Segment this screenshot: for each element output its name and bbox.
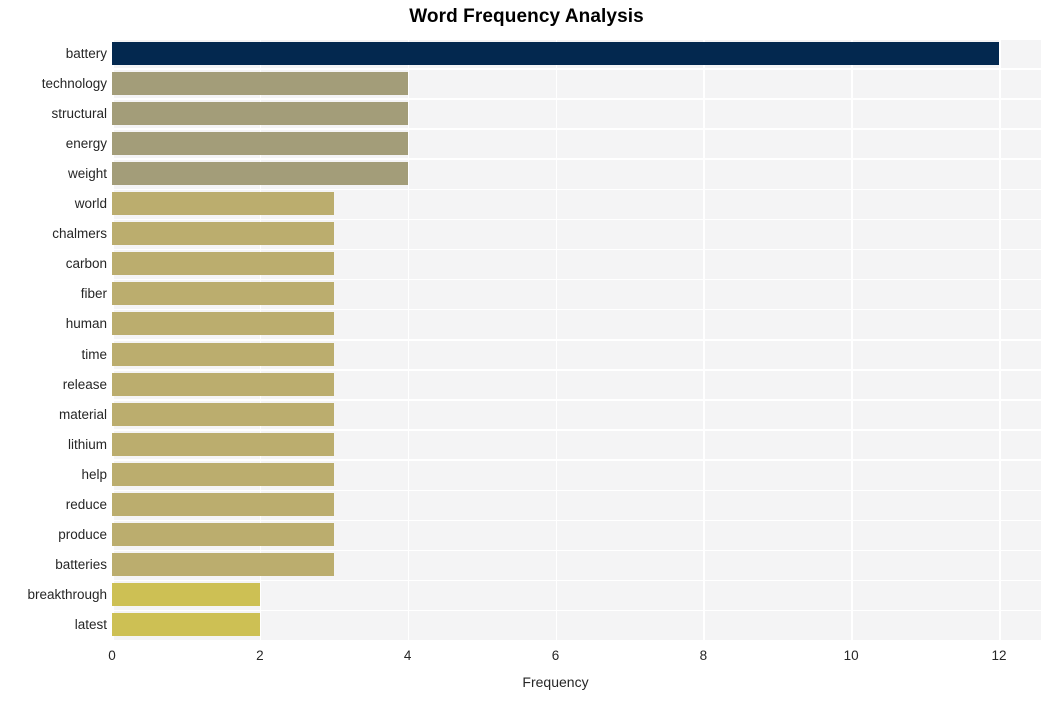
bar (112, 71, 408, 95)
bar (112, 523, 334, 547)
x-axis-title: Frequency (522, 674, 589, 690)
chart-title: Word Frequency Analysis (409, 6, 644, 27)
y-axis-tick-label: reduce (65, 497, 107, 513)
y-axis-tick-label: battery (65, 45, 107, 61)
y-axis-tick-label: technology (41, 75, 107, 91)
bar (112, 252, 334, 276)
y-axis-tick-label: world (74, 196, 107, 212)
x-axis-tick-labels: 0 2 4 6 8 10 12 (0, 648, 1053, 668)
gridline-horizontal (112, 399, 1041, 401)
bar (112, 101, 408, 125)
bar (112, 553, 334, 577)
bar (112, 402, 334, 426)
gridline-horizontal (112, 218, 1041, 221)
gridline-horizontal (112, 308, 1041, 311)
y-axis-tick-label: structural (51, 105, 107, 121)
gridline-horizontal (112, 38, 1041, 40)
y-axis-tick-label: weight (67, 165, 107, 181)
gridline-horizontal (112, 579, 1041, 582)
gridline-horizontal (112, 459, 1041, 461)
gridline-horizontal (112, 278, 1041, 281)
y-axis-tick-labels: battery technology structural energy weight w… (0, 38, 107, 640)
y-axis-tick-label: fiber (80, 286, 107, 302)
x-axis-tick-label: 4 (403, 648, 412, 663)
x-axis-tick-label: 6 (551, 648, 560, 663)
gridline-horizontal (112, 98, 1041, 100)
gridline-horizontal (112, 339, 1041, 341)
x-axis-tick-label: 8 (699, 648, 708, 663)
bar (112, 342, 334, 366)
gridline-horizontal (112, 519, 1041, 522)
bar (112, 282, 334, 306)
y-axis-tick-label: time (81, 346, 107, 362)
plot-area (112, 38, 1041, 640)
bar (112, 372, 334, 396)
x-axis-tick-label: 2 (256, 648, 264, 663)
gridline-horizontal (112, 158, 1041, 160)
y-axis-tick-label: human (65, 316, 107, 332)
y-axis-tick-label: batteries (55, 557, 107, 573)
bar (112, 192, 334, 216)
bar (112, 613, 260, 637)
y-axis-tick-label: energy (65, 135, 107, 151)
bar (112, 131, 408, 155)
x-axis-tick-label: 0 (108, 648, 116, 663)
bar (112, 493, 334, 517)
gridline-horizontal (112, 68, 1041, 70)
bar (112, 41, 999, 65)
x-axis-tick-label: 10 (843, 648, 859, 663)
y-axis-tick-label: carbon (65, 256, 107, 272)
gridline-horizontal (112, 429, 1041, 431)
gridline-horizontal (112, 248, 1041, 251)
gridline-horizontal (112, 369, 1041, 371)
y-axis-tick-label: produce (58, 527, 107, 543)
y-axis-tick-label: breakthrough (27, 587, 107, 603)
bar (112, 161, 408, 185)
gridline-horizontal (112, 188, 1041, 191)
word-frequency-chart: Word Frequency Analysis battery technolog… (0, 0, 1053, 701)
bar (112, 462, 334, 486)
gridline-horizontal (112, 489, 1041, 492)
y-axis-tick-label: lithium (67, 436, 107, 452)
bar (112, 222, 334, 246)
gridline-horizontal (112, 609, 1041, 612)
bar (112, 432, 334, 456)
bar (112, 312, 334, 336)
gridline-horizontal (112, 128, 1041, 130)
y-axis-tick-label: release (62, 376, 107, 392)
bar (112, 583, 260, 607)
y-axis-tick-label: material (58, 406, 107, 422)
y-axis-tick-label: help (81, 466, 107, 482)
x-axis-tick-label: 12 (991, 648, 1007, 663)
y-axis-tick-label: latest (74, 617, 107, 633)
y-axis-tick-label: chalmers (52, 226, 107, 242)
gridline-horizontal (112, 549, 1041, 552)
